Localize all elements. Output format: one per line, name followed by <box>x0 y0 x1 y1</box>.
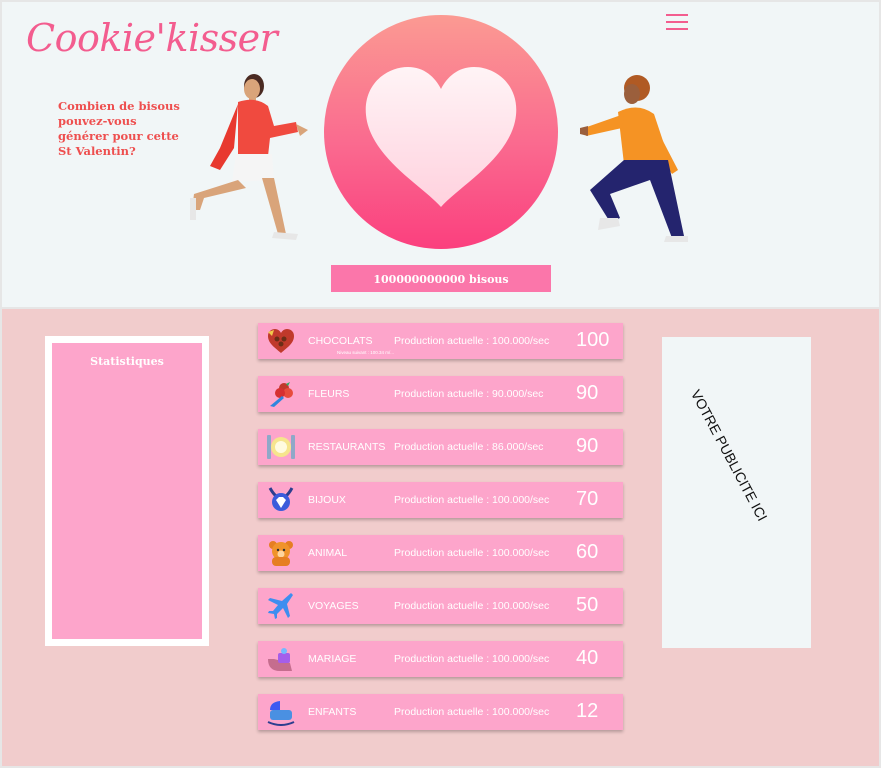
upgrade-item-mariage[interactable]: MARIAGE Production actuelle : 100.000/sec… <box>258 641 623 677</box>
upgrade-production: Production actuelle : 100.000/sec <box>394 600 550 612</box>
upgrade-production: Production actuelle : 100.000/sec <box>394 653 550 665</box>
upgrade-name: RESTAURANTS <box>308 441 386 453</box>
logo: Cookie'kisser <box>26 16 278 60</box>
upgrade-item-restaurants[interactable]: RESTAURANTS Production actuelle : 86.000/… <box>258 429 623 465</box>
game-section: Statistiques CHOCOLATS Production actuell… <box>2 309 879 766</box>
upgrade-next-level: Niveau suivant : 100.34 m/... <box>337 350 395 355</box>
kiss-counter: 100000000000 bisous <box>331 265 551 292</box>
restaurant-plate-icon <box>266 433 296 461</box>
baby-cradle-icon <box>266 698 296 726</box>
man-running-illustration <box>580 75 688 242</box>
heart-icon <box>365 67 517 207</box>
upgrade-name: CHOCOLATS <box>308 335 373 347</box>
upgrade-count: 90 <box>576 435 599 457</box>
upgrade-name: FLEURS <box>308 388 350 400</box>
flower-bouquet-icon <box>266 380 296 408</box>
upgrade-count: 100 <box>576 329 610 351</box>
upgrade-name: BIJOUX <box>308 494 346 506</box>
teddy-bear-icon <box>266 539 296 567</box>
upgrade-item-chocolats[interactable]: CHOCOLATS Production actuelle : 100.000/s… <box>258 323 623 359</box>
necklace-icon <box>266 486 296 514</box>
stats-panel: Statistiques <box>45 336 209 646</box>
upgrade-production: Production actuelle : 86.000/sec <box>394 441 544 453</box>
upgrade-production: Production actuelle : 100.000/sec <box>394 335 550 347</box>
upgrade-item-enfants[interactable]: ENFANTS Production actuelle : 100.000/sec… <box>258 694 623 730</box>
upgrade-item-fleurs[interactable]: FLEURS Production actuelle : 90.000/sec 90 <box>258 376 623 412</box>
chocolate-box-icon <box>266 327 296 355</box>
airplane-icon <box>266 592 296 620</box>
upgrade-count: 12 <box>576 700 599 722</box>
header-section: Cookie'kisser Combien de bisous pouvez-v… <box>2 2 879 307</box>
upgrade-production: Production actuelle : 100.000/sec <box>394 494 550 506</box>
upgrade-production: Production actuelle : 90.000/sec <box>394 388 544 400</box>
ad-space[interactable]: VOTRE PUBLICITE ICI <box>662 337 811 648</box>
upgrade-count: 40 <box>576 647 599 669</box>
upgrade-count: 50 <box>576 594 599 616</box>
woman-running-illustration <box>190 74 308 240</box>
upgrade-count: 90 <box>576 382 599 404</box>
stats-title: Statistiques <box>90 355 164 368</box>
upgrade-name: MARIAGE <box>308 653 357 665</box>
upgrade-item-voyages[interactable]: VOYAGES Production actuelle : 100.000/sec… <box>258 588 623 624</box>
kiss-heart-button[interactable] <box>324 15 558 249</box>
ad-text: VOTRE PUBLICITE ICI <box>687 387 771 524</box>
upgrade-production: Production actuelle : 100.000/sec <box>394 706 550 718</box>
tagline: Combien de bisous pouvez-vous générer po… <box>58 99 180 158</box>
upgrade-count: 70 <box>576 488 599 510</box>
upgrade-item-animal[interactable]: ANIMAL Production actuelle : 100.000/sec 6… <box>258 535 623 571</box>
page: Cookie'kisser Combien de bisous pouvez-v… <box>2 2 879 766</box>
upgrade-count: 60 <box>576 541 599 563</box>
wedding-ring-icon <box>266 645 296 673</box>
upgrade-item-bijoux[interactable]: BIJOUX Production actuelle : 100.000/sec 7… <box>258 482 623 518</box>
upgrade-name: ANIMAL <box>308 547 348 559</box>
upgrade-name: VOYAGES <box>308 600 359 612</box>
upgrade-production: Production actuelle : 100.000/sec <box>394 547 550 559</box>
hamburger-menu-icon[interactable] <box>666 13 688 31</box>
upgrade-name: ENFANTS <box>308 706 357 718</box>
